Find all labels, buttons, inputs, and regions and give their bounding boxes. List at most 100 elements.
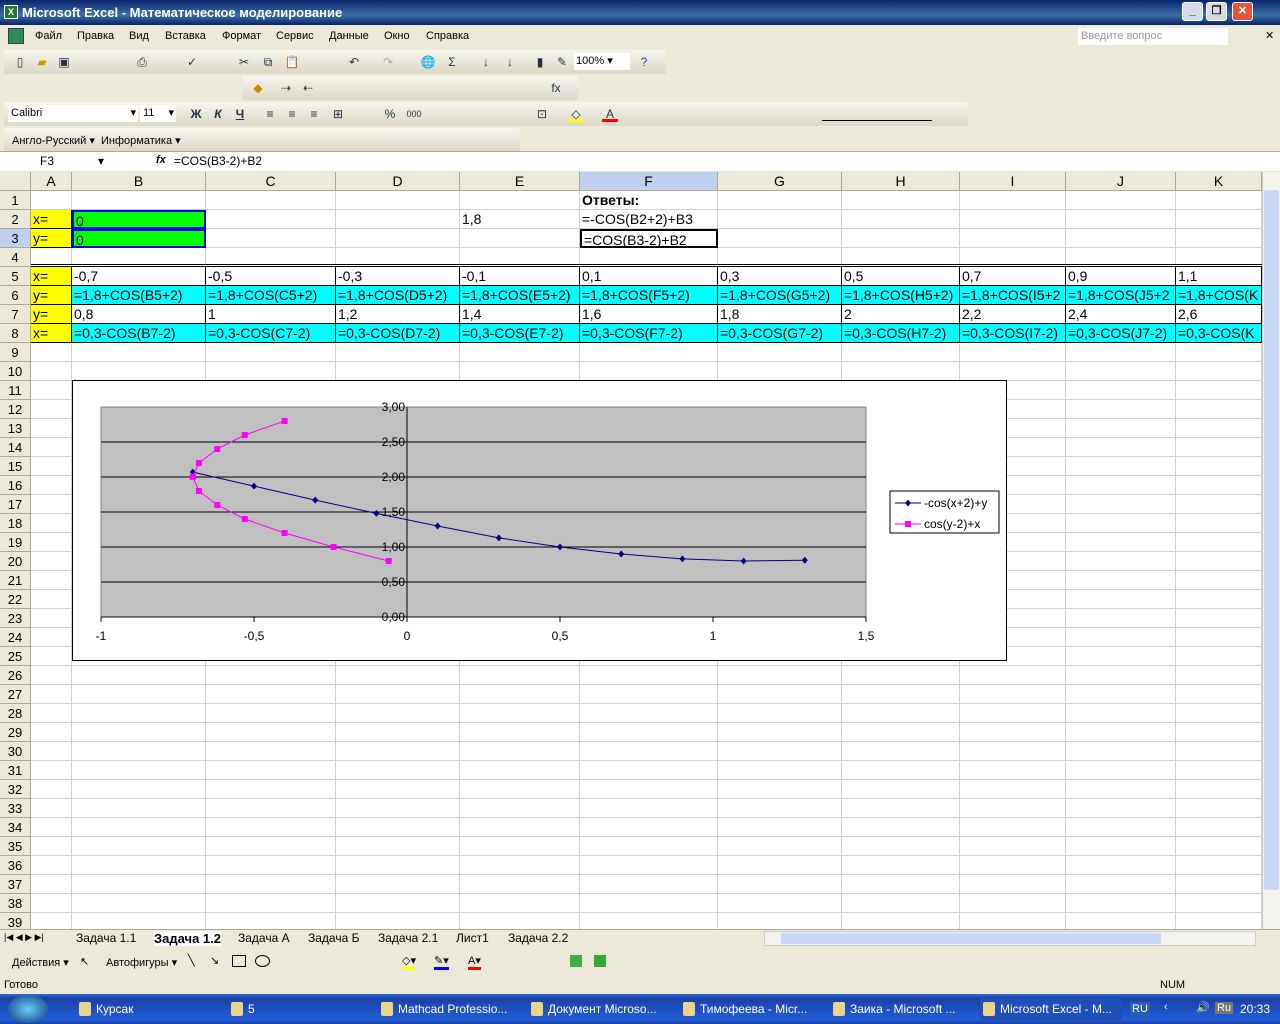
percent-icon[interactable]: % [382,106,398,122]
column-header-B[interactable]: B [72,172,206,191]
row-header-8[interactable]: 8 [0,324,31,343]
cell-K5[interactable]: 1,1 [1176,267,1262,286]
tray-language[interactable]: Ru [1215,1002,1234,1014]
error-check-icon[interactable]: ◆ [250,80,266,96]
row-header-11[interactable]: 11 [0,381,31,400]
cell-H5[interactable]: 0,5 [842,267,960,286]
undo-icon[interactable]: ↶ [346,54,362,70]
row-header-9[interactable]: 9 [0,343,31,362]
row-header-2[interactable]: 2 [0,210,31,229]
cell-D6[interactable]: =1,8+COS(D5+2) [336,286,460,305]
row-header-22[interactable]: 22 [0,590,31,609]
font-size-select[interactable]: 11 ▾ [140,105,176,122]
column-header-H[interactable]: H [842,172,960,191]
cell-K6[interactable]: =1,8+COS(K [1176,286,1262,305]
cell-G6[interactable]: =1,8+COS(G5+2) [718,286,842,305]
sort-asc-icon[interactable]: ↓ [478,54,494,70]
fill-color-draw-icon[interactable]: ◇▾ [402,954,416,970]
cell-C5[interactable]: -0,5 [206,267,336,286]
row-header-27[interactable]: 27 [0,685,31,704]
row-header-39[interactable]: 39 [0,913,31,929]
menu-1[interactable]: Правка [77,30,114,42]
help-search-input[interactable]: Введите вопрос [1078,28,1228,45]
line-icon[interactable]: ╲ [188,954,195,967]
row-header-18[interactable]: 18 [0,514,31,533]
cell-G5[interactable]: 0,3 [718,267,842,286]
cell-H7[interactable]: 2 [842,305,960,324]
italic-button[interactable]: К [210,106,226,122]
cell-B7[interactable]: 0,8 [72,305,206,324]
cell-A3[interactable]: y= [31,229,72,248]
minimize-button[interactable]: _ [1182,2,1203,21]
sheet-tab[interactable]: Задача Б [308,931,359,945]
cell-B5[interactable]: -0,7 [72,267,206,286]
zoom-select[interactable]: 100% ▾ [574,53,630,70]
taskbar-item[interactable]: Тимофеева - Micr... [680,998,825,1021]
row-header-14[interactable]: 14 [0,438,31,457]
line-color-icon[interactable]: ✎▾ [434,954,449,970]
column-header-E[interactable]: E [460,172,580,191]
merge-center-icon[interactable]: ⊞ [330,106,346,122]
cell-I6[interactable]: =1,8+COS(I5+2 [960,286,1066,305]
cell-F5[interactable]: 0,1 [580,267,718,286]
tray-chevron-icon[interactable]: ‹ [1164,1001,1168,1013]
hscroll-thumb[interactable] [781,933,1161,944]
cell-E8[interactable]: =0,3-COS(E7-2) [460,324,580,343]
row-header-36[interactable]: 36 [0,856,31,875]
row-header-37[interactable]: 37 [0,875,31,894]
column-header-D[interactable]: D [336,172,460,191]
row-header-7[interactable]: 7 [0,305,31,324]
menu-0[interactable]: Файл [35,30,62,42]
cell-F7[interactable]: 1,6 [580,305,718,324]
cell-B3[interactable]: 0 [72,229,206,248]
row-header-28[interactable]: 28 [0,704,31,723]
row-header-32[interactable]: 32 [0,780,31,799]
row-header-1[interactable]: 1 [0,191,31,210]
row-header-5[interactable]: 5 [0,267,31,286]
sheet-tab[interactable]: Задача 1.1 [76,931,136,945]
row-header-10[interactable]: 10 [0,362,31,381]
fx-icon[interactable]: fx [156,154,166,166]
cell-A2[interactable]: x= [31,210,72,229]
font-color-draw-icon[interactable]: A▾ [468,954,481,970]
taskbar-item[interactable]: Курсак [76,998,216,1021]
align-center-icon[interactable]: ≡ [284,106,300,122]
help-icon[interactable]: ? [636,54,652,70]
informatika-menu[interactable]: Информатика ▾ [101,134,181,147]
sheet-tab[interactable]: Задача 1.2 [154,931,221,946]
cell-E5[interactable]: -0,1 [460,267,580,286]
row-header-21[interactable]: 21 [0,571,31,590]
save-icon[interactable]: ▣ [56,54,72,70]
column-header-I[interactable]: I [960,172,1066,191]
language-indicator[interactable]: RU [1130,1002,1150,1016]
trace-dependents-icon[interactable]: ⇠ [300,80,316,96]
vertical-scrollbar[interactable] [1262,172,1280,929]
cell-F8[interactable]: =0,3-COS(F7-2) [580,324,718,343]
cell-D8[interactable]: =0,3-COS(D7-2) [336,324,460,343]
cut-icon[interactable]: ✂ [236,54,252,70]
column-header-F[interactable]: F [580,172,718,191]
rectangle-icon[interactable] [232,955,246,967]
cell-F2[interactable]: =-COS(B2+2)+B3 [580,210,718,229]
row-header-31[interactable]: 31 [0,761,31,780]
row-header-24[interactable]: 24 [0,628,31,647]
paste-icon[interactable]: 📋 [284,54,300,70]
font-select[interactable]: Calibri ▾ [8,105,138,122]
align-right-icon[interactable]: ≡ [306,106,322,122]
name-box[interactable]: F3 ▾ [0,152,112,170]
row-header-4[interactable]: 4 [0,248,31,267]
chart-wizard-icon[interactable]: ▮ [532,54,548,70]
align-left-icon[interactable]: ≡ [262,106,278,122]
cell-G7[interactable]: 1,8 [718,305,842,324]
cell-E6[interactable]: =1,8+COS(E5+2) [460,286,580,305]
menu-8[interactable]: Справка [426,30,469,42]
underline-button[interactable]: Ч [232,106,248,122]
cell-C7[interactable]: 1 [206,305,336,324]
maximize-button[interactable]: ❐ [1206,2,1227,21]
taskbar-item[interactable]: Mathcad Professio... [378,998,523,1021]
cell-I7[interactable]: 2,2 [960,305,1066,324]
menu-3[interactable]: Вставка [165,30,206,42]
cell-E7[interactable]: 1,4 [460,305,580,324]
cell-B8[interactable]: =0,3-COS(B7-2) [72,324,206,343]
trace-precedents-icon[interactable]: ⇢ [278,80,294,96]
